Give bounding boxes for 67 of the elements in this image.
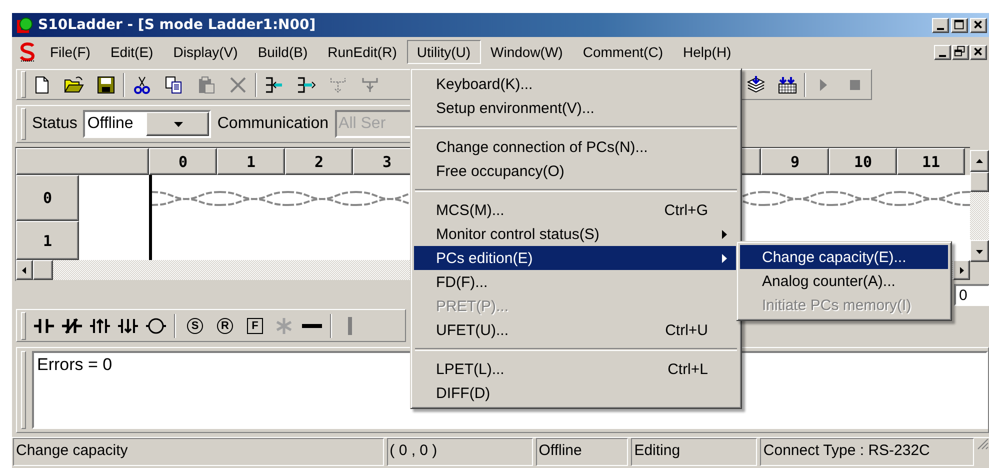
- status-pane: ( 0 , 0 ): [386, 438, 533, 466]
- menu-item[interactable]: Monitor control status(S): [414, 222, 738, 246]
- resize-grip-icon: [977, 438, 989, 450]
- status-label: Status: [32, 115, 78, 133]
- column-header: 9: [761, 148, 829, 175]
- open-folder-icon[interactable]: [64, 74, 84, 94]
- menu-item[interactable]: Help(H): [672, 40, 742, 64]
- coil-icon[interactable]: [146, 316, 166, 336]
- close-button[interactable]: [970, 18, 987, 32]
- menu-item[interactable]: PCs edition(E): [414, 246, 738, 270]
- window-title: S10Ladder - [S mode Ladder1:N00]: [38, 17, 316, 33]
- app-icon: [15, 16, 33, 34]
- download-stack-icon[interactable]: [745, 74, 765, 94]
- scroll-left-icon[interactable]: [21, 266, 28, 274]
- dropdown-arrow-icon[interactable]: [174, 122, 184, 126]
- reset-coil-button[interactable]: R: [217, 318, 233, 334]
- column-header: 1: [217, 148, 285, 175]
- menu-item[interactable]: Analog counter(A)...: [740, 269, 948, 293]
- menu-item[interactable]: Utility(U): [406, 40, 481, 64]
- copy-icon[interactable]: [164, 74, 184, 94]
- menu-item[interactable]: Window(W): [480, 40, 573, 64]
- menu-item[interactable]: LPET(L)... Ctrl+L: [414, 357, 738, 381]
- save-icon[interactable]: [96, 74, 116, 94]
- scroll-up-icon[interactable]: [976, 158, 983, 164]
- minimize-icon: [937, 28, 944, 30]
- status-dropdown[interactable]: Offline: [83, 110, 212, 138]
- column-header: 2: [285, 148, 353, 175]
- menu-item[interactable]: File(F): [40, 40, 100, 64]
- menu-item[interactable]: Setup environment(V)...: [414, 96, 738, 120]
- minimize-button[interactable]: [934, 44, 951, 60]
- menu-item[interactable]: Change capacity(E)...: [740, 245, 948, 269]
- function-box-button[interactable]: F: [247, 318, 263, 334]
- menu-item[interactable]: UFET(U)... Ctrl+U: [414, 318, 738, 342]
- insert-left-icon[interactable]: [264, 74, 284, 94]
- maximize-button[interactable]: [951, 18, 968, 32]
- column-header: 0: [149, 148, 217, 175]
- column-header: 11: [897, 148, 965, 175]
- menu-item[interactable]: RunEdit(R): [318, 40, 407, 64]
- status-pane: Editing: [631, 438, 758, 466]
- set-coil-button[interactable]: S: [187, 318, 203, 334]
- input-field[interactable]: 0: [954, 284, 989, 306]
- menu-item[interactable]: Build(B): [248, 40, 318, 64]
- minimize-icon: [939, 54, 946, 56]
- status-pane: Change capacity: [13, 438, 384, 466]
- menu-item[interactable]: Edit(E): [100, 40, 164, 64]
- scroll-thumb[interactable]: [970, 172, 989, 192]
- menu-item[interactable]: Display(V): [163, 40, 248, 64]
- scroll-down-icon[interactable]: [976, 248, 983, 254]
- grid-transfer-icon[interactable]: [777, 74, 797, 94]
- column-header: 10: [829, 148, 897, 175]
- minimize-button[interactable]: [932, 18, 949, 32]
- row-header: 0: [16, 175, 79, 221]
- menu-item[interactable]: DIFF(D): [414, 381, 738, 405]
- status-pane: Offline: [536, 438, 628, 466]
- restore-button[interactable]: [952, 44, 969, 60]
- close-button[interactable]: [970, 44, 987, 60]
- insert-right-icon[interactable]: [296, 74, 316, 94]
- menu-item[interactable]: FD(F)...: [414, 270, 738, 294]
- scroll-right-icon[interactable]: [958, 266, 965, 274]
- nc-contact-icon[interactable]: [62, 316, 82, 336]
- row-header: 1: [16, 221, 79, 260]
- communication-label: Communication: [217, 115, 329, 133]
- menu-item[interactable]: MCS(M)... Ctrl+G: [414, 198, 738, 222]
- scroll-thumb[interactable]: [33, 260, 53, 280]
- cut-icon[interactable]: [132, 74, 152, 94]
- menu-item[interactable]: Comment(C): [572, 40, 673, 64]
- status-pane: Connect Type : RS-232C: [760, 438, 974, 466]
